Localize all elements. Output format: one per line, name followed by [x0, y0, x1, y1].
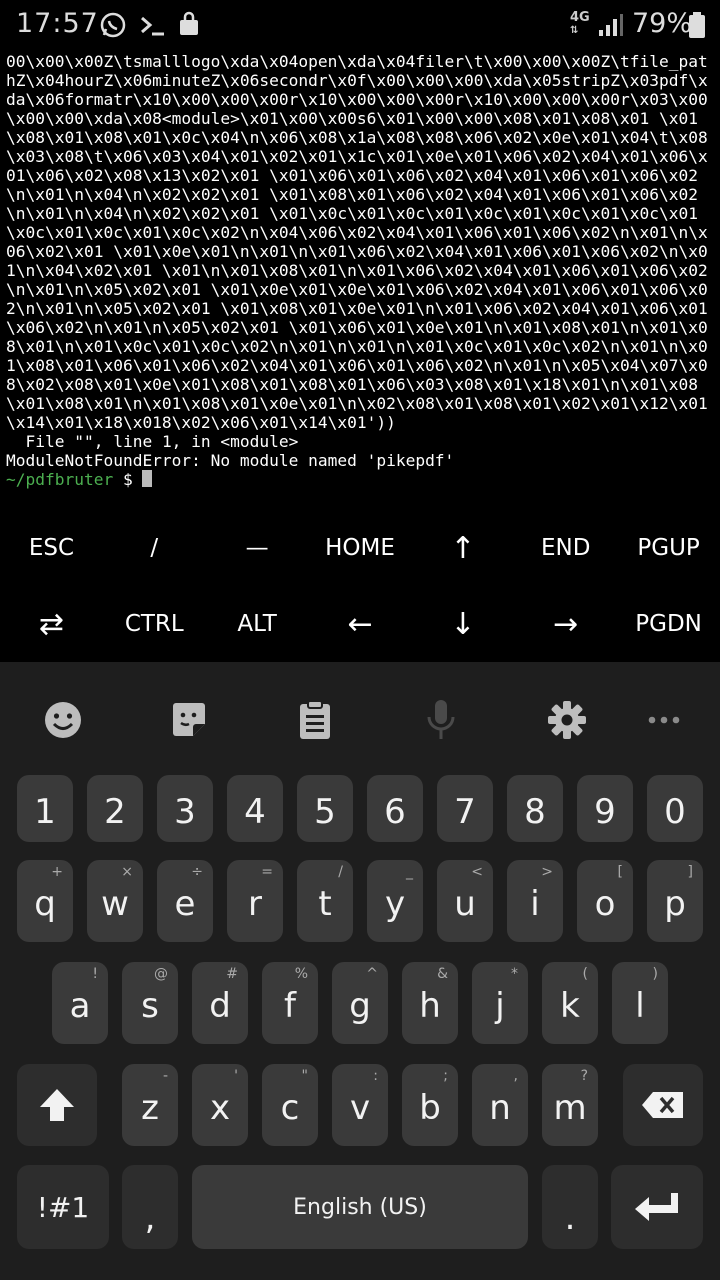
status-time: 17:57	[16, 8, 99, 39]
terminal-icon	[138, 10, 168, 44]
ctrl-key[interactable]: CTRL	[103, 586, 206, 662]
key-0[interactable]: 0	[647, 775, 703, 842]
key-j[interactable]: * j	[472, 962, 528, 1044]
key-t[interactable]: / t	[297, 860, 353, 942]
key-b[interactable]: ; b	[402, 1064, 458, 1146]
shopping-bag-icon	[176, 10, 202, 44]
key-y[interactable]: _ y	[367, 860, 423, 942]
key-w[interactable]: × w	[87, 860, 143, 942]
pgdn-key[interactable]: PGDN	[617, 586, 720, 662]
down-arrow-key[interactable]: ↓	[411, 586, 514, 662]
right-arrow-key[interactable]: →	[514, 586, 617, 662]
extra-keys-row-1: ESC / — HOME ↑ END PGUP	[0, 510, 720, 586]
alt-key[interactable]: ALT	[206, 586, 309, 662]
emoji-icon[interactable]	[33, 690, 93, 750]
battery-icon	[688, 12, 706, 42]
prompt-symbol: $	[122, 470, 133, 489]
extra-keys-row-2: ⇄ CTRL ALT ← ↓ → PGDN	[0, 586, 720, 662]
key-q[interactable]: + q	[17, 860, 73, 942]
enter-key[interactable]	[611, 1165, 703, 1249]
key-d[interactable]: # d	[192, 962, 248, 1044]
key-e[interactable]: ÷ e	[157, 860, 213, 942]
pgup-key[interactable]: PGUP	[617, 510, 720, 586]
microphone-icon[interactable]	[411, 690, 471, 750]
enter-icon	[635, 1193, 678, 1221]
key-o[interactable]: [o	[577, 860, 633, 942]
key-9[interactable]: 9	[577, 775, 633, 842]
up-arrow-key[interactable]: ↑	[411, 510, 514, 586]
terminal-line: File "", line 1, in <module>	[6, 432, 299, 451]
key-1[interactable]: 1	[17, 775, 73, 842]
soft-keyboard: 1 2 3 4 5 6 7 8 9 0 + q × w ÷ e = r / t _ y < u…	[0, 662, 720, 1280]
symbols-key[interactable]: !#1	[17, 1165, 109, 1249]
extra-keys-bar: ESC / — HOME ↑ END PGUP ⇄ CTRL ALT ← ↓ →…	[0, 510, 720, 662]
key-k[interactable]: (k	[542, 962, 598, 1044]
backspace-key[interactable]	[623, 1064, 703, 1146]
terminal-line: ModuleNotFoundError: No module named 'pi…	[6, 451, 455, 470]
settings-icon[interactable]	[537, 690, 597, 750]
signal-icon	[596, 10, 626, 44]
key-x[interactable]: ' x	[192, 1064, 248, 1146]
space-bar[interactable]: English (US)	[192, 1165, 528, 1249]
key-f[interactable]: % f	[262, 962, 318, 1044]
key-a[interactable]: ! a	[52, 962, 108, 1044]
terminal-cursor	[142, 470, 153, 487]
key-7[interactable]: 7	[437, 775, 493, 842]
terminal-output[interactable]: 00\x00\x00Z\tsmalllogo\xda\x04open\xda\x…	[6, 52, 716, 512]
key-c[interactable]: " c	[262, 1064, 318, 1146]
key-r[interactable]: = r	[227, 860, 283, 942]
left-arrow-key[interactable]: ←	[309, 586, 412, 662]
end-key[interactable]: END	[514, 510, 617, 586]
key-l[interactable]: ) l	[612, 962, 668, 1044]
slash-key[interactable]: /	[103, 510, 206, 586]
more-icon[interactable]	[634, 690, 694, 750]
key-m[interactable]: ? m	[542, 1064, 598, 1146]
key-p[interactable]: ] p	[647, 860, 703, 942]
home-key[interactable]: HOME	[309, 510, 412, 586]
esc-key[interactable]: ESC	[0, 510, 103, 586]
key-2[interactable]: 2	[87, 775, 143, 842]
network-type: 4G ⇅	[570, 10, 590, 36]
prompt-path: ~/pdfbruter	[6, 470, 114, 489]
key-4[interactable]: 4	[227, 775, 283, 842]
whatsapp-icon	[98, 10, 128, 44]
comma-key[interactable]: ,	[122, 1165, 178, 1249]
terminal-line: 00\x00\x00Z\tsmalllogo\xda\x04open\xda\x…	[6, 52, 708, 432]
dash-key[interactable]: —	[206, 510, 309, 586]
shift-icon	[40, 1089, 74, 1121]
key-6[interactable]: 6	[367, 775, 423, 842]
battery-percent: 79%	[632, 8, 693, 39]
key-h[interactable]: & h	[402, 962, 458, 1044]
key-5[interactable]: 5	[297, 775, 353, 842]
key-n[interactable]: ,n	[472, 1064, 528, 1146]
shift-key[interactable]	[17, 1064, 97, 1146]
backspace-icon	[642, 1092, 683, 1118]
key-v[interactable]: :v	[332, 1064, 388, 1146]
key-s[interactable]: @ s	[122, 962, 178, 1044]
key-z[interactable]: -z	[122, 1064, 178, 1146]
status-bar: 17:57 4G ⇅ 79%	[0, 0, 720, 50]
keyboard-toolbar	[0, 690, 720, 750]
key-3[interactable]: 3	[157, 775, 213, 842]
key-8[interactable]: 8	[507, 775, 563, 842]
key-g[interactable]: ^ g	[332, 962, 388, 1044]
key-u[interactable]: < u	[437, 860, 493, 942]
clipboard-icon[interactable]	[285, 690, 345, 750]
period-key[interactable]: .	[542, 1165, 598, 1249]
tab-key[interactable]: ⇄	[0, 586, 103, 662]
key-i[interactable]: > i	[507, 860, 563, 942]
sticker-icon[interactable]	[159, 690, 219, 750]
